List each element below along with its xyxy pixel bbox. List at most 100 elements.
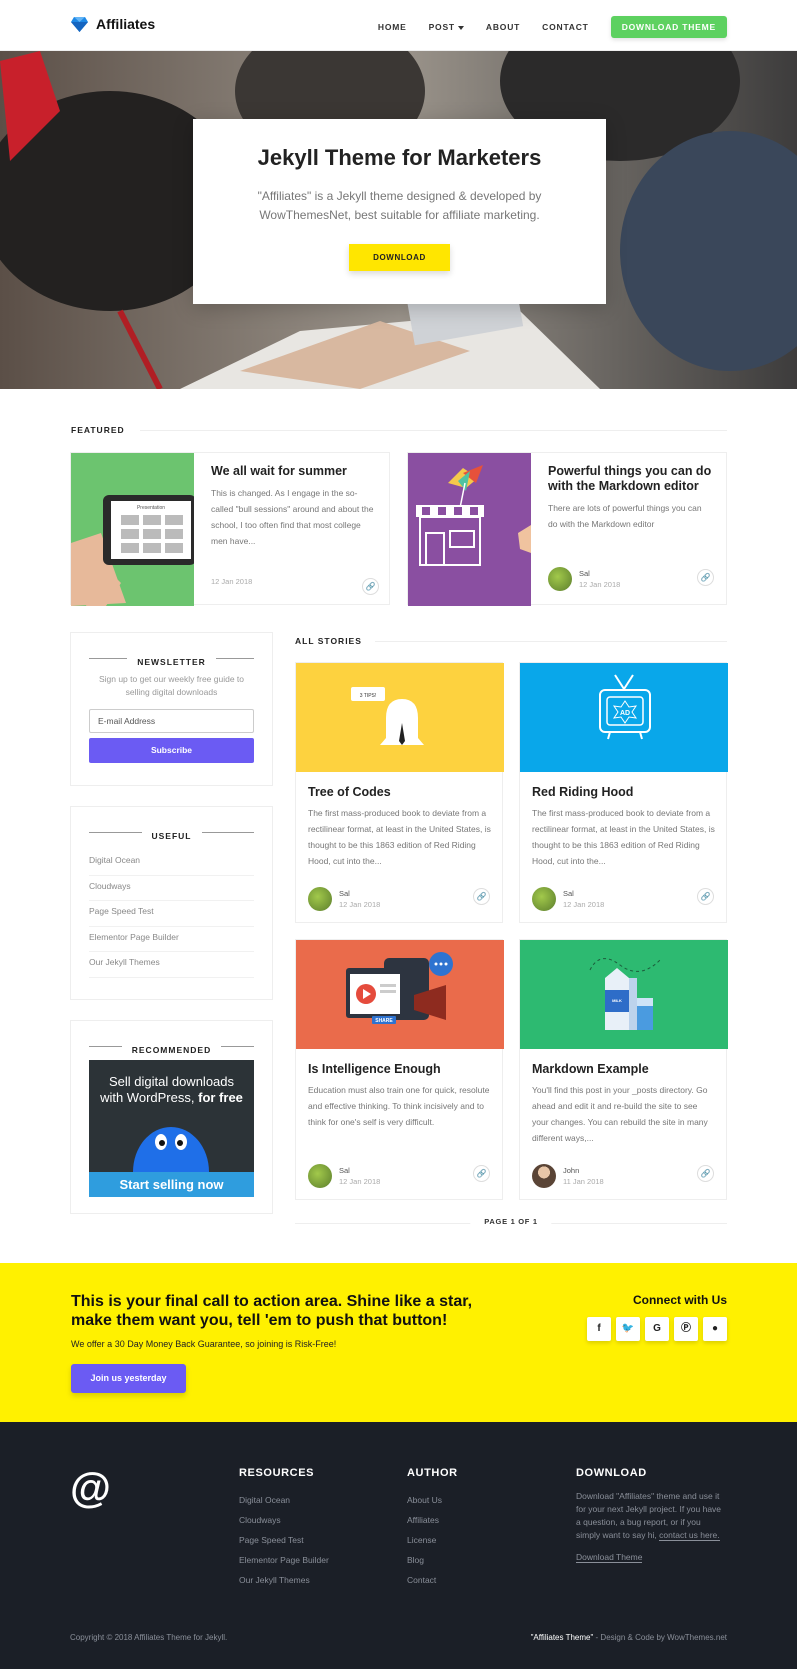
pinterest-icon[interactable]: Ⓟ	[674, 1317, 698, 1341]
useful-links: Digital Ocean Cloudways Page Speed Test …	[89, 850, 254, 978]
author-avatar	[548, 567, 572, 591]
featured-title-2[interactable]: Powerful things you can do with the Mark…	[548, 464, 712, 494]
download-theme-link[interactable]: Download Theme	[576, 1552, 643, 1563]
recommended-widget: RECOMMENDED Sell digital downloads with …	[70, 1020, 273, 1214]
footer-author-title: AUTHOR	[407, 1467, 458, 1479]
download-theme-button[interactable]: DOWNLOAD THEME	[610, 16, 727, 38]
featured-title-1[interactable]: We all wait for summer	[211, 464, 375, 479]
footer-link[interactable]: Blog	[407, 1550, 458, 1570]
link-icon[interactable]: 🔗	[697, 569, 714, 586]
contact-link[interactable]: contact us here.	[659, 1530, 720, 1541]
featured-image-2	[408, 453, 531, 606]
social-icons: f 🐦 G Ⓟ ●	[587, 1317, 727, 1341]
story-meta: John 11 Jan 2018	[532, 1164, 604, 1188]
cta-subtext: We offer a 30 Day Money Back Guarantee, …	[71, 1339, 337, 1349]
story-card[interactable]: 3 TIPS! Tree of Codes The first mass-pro…	[295, 662, 504, 923]
at-logo-icon: @	[70, 1464, 111, 1511]
story-title[interactable]: Tree of Codes	[308, 785, 391, 799]
nav-post[interactable]: POST	[429, 22, 464, 32]
link-icon[interactable]: 🔗	[362, 578, 379, 595]
featured-divider	[140, 430, 727, 431]
story-thumb-2: AD	[520, 663, 728, 772]
featured-excerpt-1: This is changed. As I engage in the so-c…	[211, 488, 374, 546]
useful-link[interactable]: Digital Ocean	[89, 850, 254, 876]
email-input[interactable]: E-mail Address	[89, 709, 254, 733]
page-indicator: PAGE 1 OF 1	[470, 1217, 552, 1226]
footer-resources-title: RESOURCES	[239, 1467, 315, 1479]
share-label: SHARE	[375, 1018, 393, 1024]
featured-card-1[interactable]: Presentation We all wait for summer This…	[70, 452, 390, 606]
hero-subtitle: "Affiliates" is a Jekyll theme designed …	[257, 189, 542, 222]
story-meta: Sal 12 Jan 2018	[308, 1164, 380, 1188]
story-author: Sal 12 Jan 2018	[339, 1166, 381, 1186]
footer-link[interactable]: Our Jekyll Themes	[239, 1570, 329, 1590]
nav-contact[interactable]: CONTACT	[542, 22, 589, 32]
nav-home[interactable]: HOME	[378, 22, 407, 32]
link-icon[interactable]: 🔗	[697, 1165, 714, 1182]
story-title[interactable]: Is Intelligence Enough	[308, 1062, 441, 1076]
link-icon[interactable]: 🔗	[473, 1165, 490, 1182]
footer-link[interactable]: Digital Ocean	[239, 1490, 329, 1510]
recommended-ad[interactable]: Sell digital downloads with WordPress, f…	[89, 1060, 254, 1197]
pagination: PAGE 1 OF 1	[295, 1217, 727, 1229]
tablet-caption: Presentation	[137, 505, 165, 511]
footer-resources: RESOURCES Digital Ocean Cloudways Page S…	[239, 1467, 329, 1590]
story-author: John 11 Jan 2018	[563, 1166, 604, 1186]
featured-date-1: 12 Jan 2018	[211, 577, 253, 586]
github-icon[interactable]: ●	[703, 1317, 727, 1341]
ghost-illustration: 3 TIPS!	[351, 687, 424, 745]
google-icon[interactable]: G	[645, 1317, 669, 1341]
newsletter-widget: NEWSLETTER Sign up to get our weekly fre…	[70, 632, 273, 786]
story-excerpt: Education must also train one for quick,…	[308, 1085, 490, 1127]
facebook-icon[interactable]: f	[587, 1317, 611, 1341]
story-title[interactable]: Red Riding Hood	[532, 785, 633, 799]
featured-card-2[interactable]: Powerful things you can do with the Mark…	[407, 452, 727, 606]
credit-theme-link[interactable]: "Affiliates Theme"	[531, 1633, 594, 1642]
hero-banner: Jekyll Theme for Marketers "Affiliates" …	[0, 51, 797, 389]
useful-link[interactable]: Page Speed Test	[89, 901, 254, 927]
footer-link[interactable]: Cloudways	[239, 1510, 329, 1530]
footer-link[interactable]: License	[407, 1530, 458, 1550]
featured-body-2: Powerful things you can do with the Mark…	[548, 464, 712, 532]
join-button[interactable]: Join us yesterday	[71, 1364, 186, 1393]
subscribe-button[interactable]: Subscribe	[89, 738, 254, 763]
footer-link[interactable]: Contact	[407, 1570, 458, 1590]
story-meta: Sal 12 Jan 2018	[532, 887, 604, 911]
nav-about[interactable]: ABOUT	[486, 22, 520, 32]
hero-download-button[interactable]: DOWNLOAD	[349, 244, 450, 271]
footer-link[interactable]: About Us	[407, 1490, 458, 1510]
useful-link[interactable]: Elementor Page Builder	[89, 927, 254, 952]
recommended-title: RECOMMENDED	[71, 1040, 272, 1058]
call-to-action-band: This is your final call to action area. …	[0, 1263, 797, 1422]
useful-link[interactable]: Our Jekyll Themes	[89, 952, 254, 978]
top-navbar: Affiliates HOME POST ABOUT CONTACT DOWNL…	[0, 0, 797, 51]
milk-label: MILK	[612, 998, 622, 1003]
story-card[interactable]: SHARE Is Intelligence Enough Education m…	[295, 939, 504, 1200]
footer-download-text: Download "Affiliates" theme and use it f…	[576, 1491, 722, 1541]
story-author: Sal 12 Jan 2018	[339, 889, 381, 909]
stories-divider	[375, 641, 727, 642]
brand-link[interactable]: Affiliates	[71, 16, 155, 32]
story-card[interactable]: AD Red Riding Hood The first mass-produc…	[519, 662, 728, 923]
footer-link[interactable]: Elementor Page Builder	[239, 1550, 329, 1570]
story-thumb-3: SHARE	[296, 940, 504, 1049]
all-stories-heading: ALL STORIES	[295, 636, 362, 646]
story-title[interactable]: Markdown Example	[532, 1062, 649, 1076]
newsletter-title: NEWSLETTER	[71, 652, 272, 670]
story-author: Sal 12 Jan 2018	[563, 889, 605, 909]
useful-link[interactable]: Cloudways	[89, 876, 254, 901]
author-avatar	[532, 887, 556, 911]
video-share-illustration: SHARE	[346, 952, 453, 1024]
tips-label: 3 TIPS!	[360, 693, 377, 699]
footer-link[interactable]: Affiliates	[407, 1510, 458, 1530]
ad-label: AD	[620, 710, 630, 717]
twitter-icon[interactable]: 🐦	[616, 1317, 640, 1341]
link-icon[interactable]: 🔗	[697, 888, 714, 905]
link-icon[interactable]: 🔗	[473, 888, 490, 905]
featured-meta-2: Sal 12 Jan 2018	[548, 567, 620, 591]
tv-illustration: AD	[599, 674, 651, 740]
story-card[interactable]: MILK Markdown Example You'll find this p…	[519, 939, 728, 1200]
credit: "Affiliates Theme" - Design & Code by Wo…	[530, 1633, 727, 1642]
footer-link[interactable]: Page Speed Test	[239, 1530, 329, 1550]
footer-download-title: DOWNLOAD	[576, 1467, 647, 1479]
